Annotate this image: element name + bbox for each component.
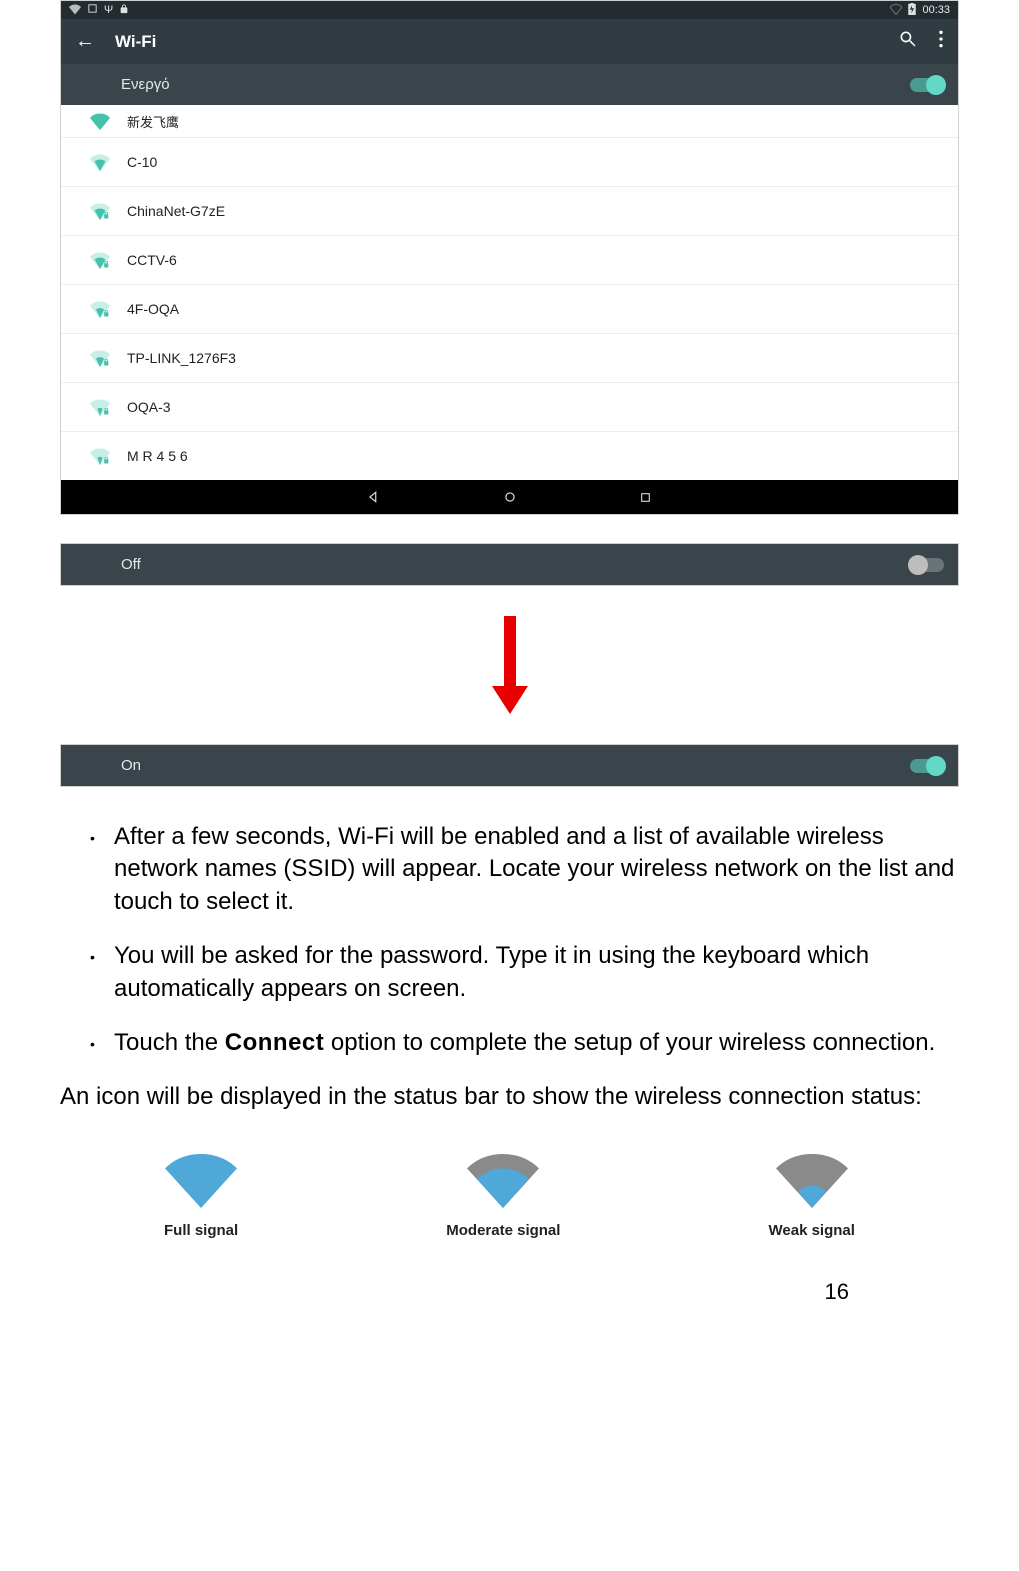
- weak-signal-col: Weak signal: [769, 1154, 855, 1239]
- wifi-signal-lock-icon: [73, 446, 127, 466]
- wifi-ssid-label: C-10: [127, 154, 944, 170]
- toggle-switch-on[interactable]: [910, 78, 944, 92]
- wifi-network-row[interactable]: OQA-3: [61, 383, 958, 432]
- wifi-ssid-label: M R 4 5 6: [127, 448, 944, 464]
- wifi-signal-icon: [73, 152, 127, 172]
- page-title: Wi-Fi: [115, 32, 898, 52]
- wifi-ssid-label: 新发飞鹰: [127, 112, 944, 131]
- full-signal-col: Full signal: [164, 1154, 238, 1239]
- off-label: Off: [121, 556, 910, 573]
- android-status-bar: Ψ 00:33: [61, 1, 958, 19]
- wifi-network-row[interactable]: CCTV-6: [61, 236, 958, 285]
- wifi-signal-lock-icon: [73, 348, 127, 368]
- wifi-signal-lock-icon: [73, 250, 127, 270]
- status-time: 00:33: [922, 4, 950, 16]
- connect-keyword: Connect: [225, 1029, 325, 1056]
- screenshot-indicator-icon: [87, 3, 98, 17]
- signal-strength-row: Full signal Moderate signal Weak signal: [60, 1154, 959, 1239]
- instruction-text: You will be asked for the password. Type…: [114, 942, 869, 1001]
- status-left-icons: Ψ: [69, 3, 129, 18]
- battery-icon: [908, 3, 916, 18]
- wifi-ssid-label: 4F-OQA: [127, 301, 944, 317]
- android-nav-bar: [61, 480, 958, 514]
- wifi-network-row[interactable]: 4F-OQA: [61, 285, 958, 334]
- wifi-off-bar: Off: [60, 543, 959, 586]
- wifi-ssid-label: ChinaNet-G7zE: [127, 203, 944, 219]
- back-button[interactable]: ←: [75, 30, 95, 53]
- wifi-network-row[interactable]: C-10: [61, 138, 958, 187]
- usb-icon: Ψ: [104, 4, 113, 16]
- nav-recent-button[interactable]: [638, 489, 654, 505]
- signal-caption: Full signal: [164, 1222, 238, 1239]
- lock-icon: [119, 3, 129, 18]
- wifi-master-toggle-row[interactable]: Ενεργό: [61, 64, 958, 105]
- signal-caption: Weak signal: [769, 1222, 855, 1239]
- wifi-on-bar: On: [60, 744, 959, 787]
- status-paragraph: An icon will be displayed in the status …: [60, 1081, 959, 1113]
- wifi-toggle-label: Ενεργό: [121, 76, 910, 93]
- wifi-ssid-label: OQA-3: [127, 399, 944, 415]
- app-bar: ← Wi-Fi: [61, 19, 958, 64]
- instruction-item: Touch the Connect option to complete the…: [90, 1027, 959, 1059]
- wifi-signal-icon: [73, 111, 127, 131]
- wifi-signal-lock-icon: [73, 201, 127, 221]
- wifi-ssid-label: TP-LINK_1276F3: [127, 350, 944, 366]
- wifi-network-list: 新发飞鹰 C-10 ChinaNet-G7zE CCTV-6: [61, 105, 958, 480]
- wifi-network-row[interactable]: TP-LINK_1276F3: [61, 334, 958, 383]
- moderate-signal-col: Moderate signal: [446, 1154, 560, 1239]
- instruction-text: Touch the: [114, 1029, 225, 1056]
- wifi-network-row[interactable]: M R 4 5 6: [61, 432, 958, 480]
- instruction-list: After a few seconds, Wi-Fi will be enabl…: [60, 821, 959, 1059]
- wifi-outline-icon: [890, 3, 902, 18]
- wifi-signal-lock-icon: [73, 299, 127, 319]
- wifi-signal-lock-icon: [73, 397, 127, 417]
- moderate-signal-icon: [467, 1154, 539, 1208]
- search-icon[interactable]: [898, 29, 918, 54]
- wifi-network-row[interactable]: ChinaNet-G7zE: [61, 187, 958, 236]
- nav-home-button[interactable]: [502, 489, 518, 505]
- weak-signal-icon: [776, 1154, 848, 1208]
- instruction-text: After a few seconds, Wi-Fi will be enabl…: [114, 823, 954, 915]
- nav-back-button[interactable]: [366, 489, 382, 505]
- wifi-settings-screenshot: Ψ 00:33 ← Wi-Fi: [60, 0, 959, 515]
- wifi-ssid-label: CCTV-6: [127, 252, 944, 268]
- down-arrow-graphic: [60, 586, 959, 744]
- status-right-icons: 00:33: [890, 3, 950, 18]
- wifi-status-icon: [69, 3, 81, 18]
- wifi-network-row[interactable]: 新发飞鹰: [61, 105, 958, 138]
- toggle-switch-off[interactable]: [910, 558, 944, 572]
- instruction-text: option to complete the setup of your wir…: [324, 1029, 935, 1056]
- page-number: 16: [60, 1279, 959, 1305]
- toggle-switch-on[interactable]: [910, 759, 944, 773]
- instruction-item: You will be asked for the password. Type…: [90, 940, 959, 1005]
- signal-caption: Moderate signal: [446, 1222, 560, 1239]
- document-page: Ψ 00:33 ← Wi-Fi: [0, 0, 1019, 1345]
- on-label: On: [121, 757, 910, 774]
- instruction-item: After a few seconds, Wi-Fi will be enabl…: [90, 821, 959, 918]
- overflow-menu-icon[interactable]: [938, 29, 944, 54]
- full-signal-icon: [165, 1154, 237, 1208]
